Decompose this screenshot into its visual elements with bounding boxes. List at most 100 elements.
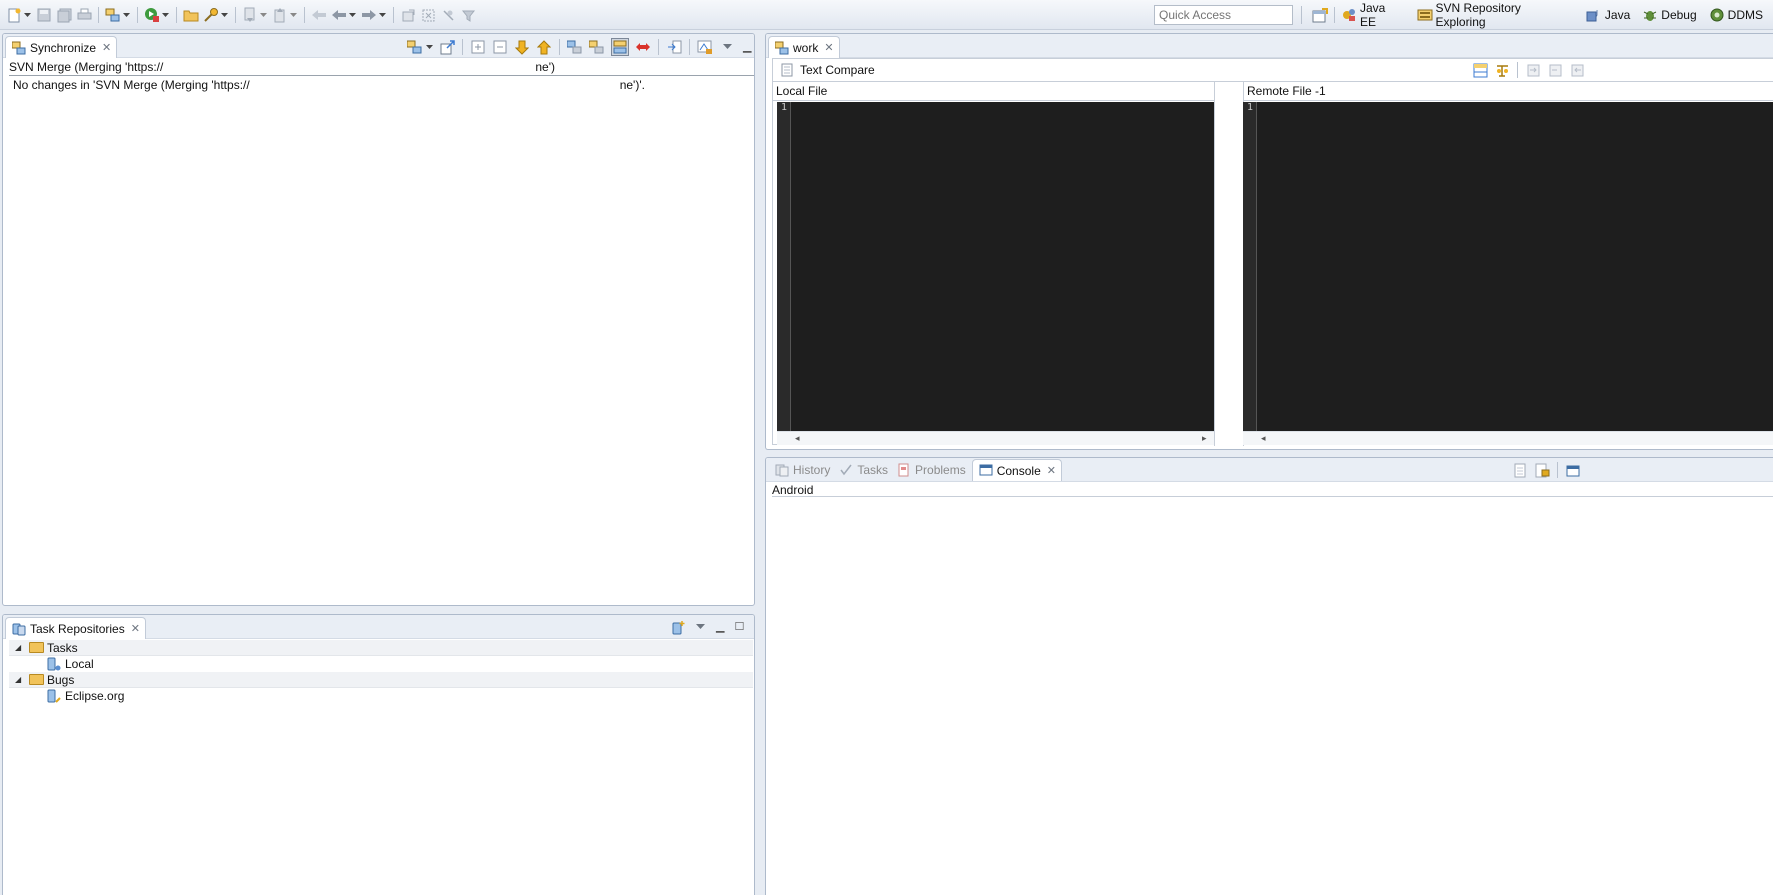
console-output-area[interactable] [772, 498, 1773, 895]
save-icon[interactable] [36, 7, 52, 23]
scroll-lock-icon[interactable] [1534, 462, 1550, 478]
minimize-icon[interactable]: ▁ [716, 621, 724, 633]
open-task-icon[interactable] [203, 7, 219, 23]
expand-triangle-icon[interactable]: ◢ [15, 643, 25, 652]
synchronize-dropdown-icon[interactable] [123, 7, 130, 23]
maximize-icon[interactable]: ☐ [734, 621, 744, 633]
minimize-icon[interactable]: ▁ [743, 41, 751, 53]
close-icon[interactable]: ✕ [102, 41, 111, 54]
ignore-whitespace-icon[interactable] [1494, 62, 1510, 78]
incoming-outgoing-mode-icon[interactable] [611, 38, 629, 56]
toolbar-file-group [4, 5, 478, 25]
tree-group-bugs[interactable]: ◢ Bugs [9, 672, 753, 688]
view-menu-icon[interactable] [719, 39, 735, 55]
new-icon[interactable] [6, 7, 22, 23]
display-selected-console-icon[interactable] [1565, 462, 1581, 478]
run-icon[interactable] [144, 7, 160, 23]
expand-triangle-icon[interactable]: ◢ [15, 675, 25, 684]
perspective-debug[interactable]: Debug [1640, 7, 1697, 23]
toggle-block-selection-icon[interactable] [420, 7, 436, 23]
back-dropdown-icon[interactable] [349, 7, 356, 23]
collapse-all-icon[interactable] [492, 39, 508, 55]
main-toolbar: Java EE SVN Repository Exploring J Java … [0, 0, 1773, 30]
compare-center-ruler [1214, 82, 1244, 446]
tab-task-repositories[interactable]: Task Repositories ✕ [5, 617, 146, 639]
scroll-right-arrow-icon[interactable]: ▸ [1202, 433, 1207, 444]
debug-filter-icon[interactable] [460, 7, 476, 23]
synchronize-view: Synchronize ✕ ▁ ☐ SVN Merge (M [2, 33, 755, 606]
quick-access-input[interactable] [1154, 5, 1293, 25]
open-task-dropdown-icon[interactable] [221, 7, 228, 23]
run-dropdown-icon[interactable] [162, 7, 169, 23]
local-file-editor[interactable]: 1 [777, 102, 1214, 431]
pin-editor-icon[interactable] [400, 7, 416, 23]
tab-problems[interactable]: Problems [892, 459, 970, 481]
tab-history[interactable]: History [770, 459, 834, 481]
incoming-mode-icon[interactable] [567, 39, 583, 55]
perspective-ddms[interactable]: DDMS [1707, 7, 1763, 23]
toolbar-separator [1557, 462, 1558, 478]
previous-annotation-dropdown-icon[interactable] [290, 7, 297, 23]
toggle-horizontal-layout-icon[interactable] [1472, 62, 1488, 78]
outgoing-mode-icon[interactable] [589, 39, 605, 55]
java-ee-perspective-icon [1341, 7, 1357, 23]
add-repository-icon[interactable] [670, 619, 686, 635]
next-annotation-dropdown-icon[interactable] [260, 7, 267, 23]
back-icon[interactable] [331, 7, 347, 23]
repository-icon [47, 657, 61, 671]
skip-breakpoints-icon[interactable] [440, 7, 456, 23]
open-folder-icon[interactable] [183, 7, 199, 23]
scroll-left-arrow-icon[interactable]: ◂ [1261, 433, 1266, 444]
synchronize-tool-icon[interactable] [105, 7, 121, 23]
remote-file-editor[interactable]: 1 [1243, 102, 1773, 431]
copy-right-to-left-icon[interactable] [1569, 62, 1585, 78]
tree-group-tasks[interactable]: ◢ Tasks [9, 640, 753, 656]
conflicts-mode-icon[interactable] [635, 39, 651, 55]
task-repositories-view-toolbar: ▁ ☐ [667, 619, 749, 635]
copy-left-to-right-icon[interactable] [1547, 62, 1563, 78]
clear-console-icon[interactable] [1512, 462, 1528, 478]
forward-dropdown-icon[interactable] [379, 7, 386, 23]
close-icon[interactable]: ✕ [131, 622, 140, 635]
toolbar-separator [393, 7, 394, 23]
synchronize-action-dropdown-icon[interactable] [426, 39, 433, 55]
pin-icon[interactable] [439, 39, 455, 55]
models-icon[interactable] [697, 39, 713, 55]
open-perspective-icon[interactable] [1312, 7, 1328, 23]
tab-synchronize[interactable]: Synchronize ✕ [5, 36, 118, 58]
tree-item-eclipse-org[interactable]: Eclipse.org [9, 688, 753, 704]
scroll-left-arrow-icon[interactable]: ◂ [795, 433, 800, 444]
toolbar-separator [137, 7, 138, 23]
synchronize-message-start: No changes in 'SVN Merge (Merging 'https… [13, 78, 250, 92]
forward-icon[interactable] [361, 7, 377, 23]
next-annotation-icon[interactable] [242, 7, 258, 23]
previous-difference-icon[interactable] [536, 39, 552, 55]
tab-label: Console [996, 463, 1041, 478]
java-perspective-icon: J [1586, 7, 1602, 23]
tab-console[interactable]: Console ✕ [971, 459, 1062, 481]
last-edit-location-icon[interactable] [311, 7, 327, 23]
tab-tasks[interactable]: Tasks [834, 459, 892, 481]
copy-all-left-to-right-icon[interactable] [1525, 62, 1541, 78]
text-compare-toolbar [1469, 62, 1588, 78]
local-file-horizontal-scrollbar[interactable]: ◂ ▸ [777, 431, 1214, 445]
expand-all-icon[interactable] [470, 39, 486, 55]
perspective-java[interactable]: J Java [1584, 7, 1630, 23]
remote-file-horizontal-scrollbar[interactable]: ◂ [1243, 431, 1773, 445]
show-in-view-icon[interactable] [666, 39, 682, 55]
synchronize-action-icon[interactable] [407, 39, 423, 55]
close-icon[interactable]: ✕ [824, 41, 833, 54]
save-all-icon[interactable] [56, 7, 72, 23]
new-dropdown-icon[interactable] [24, 7, 31, 23]
view-menu-icon[interactable] [692, 619, 708, 635]
next-difference-icon[interactable] [514, 39, 530, 55]
tab-work[interactable]: work ✕ [768, 36, 840, 58]
tree-item-local[interactable]: Local [9, 656, 753, 672]
perspective-java-ee[interactable]: Java EE [1339, 1, 1405, 29]
close-icon[interactable]: ✕ [1047, 464, 1056, 477]
synchronize-empty-message: No changes in 'SVN Merge (Merging 'https… [13, 78, 645, 92]
print-icon[interactable] [76, 7, 92, 23]
task-repositories-view-icon [11, 621, 27, 637]
perspective-svn-repository-exploring[interactable]: SVN Repository Exploring [1415, 1, 1574, 29]
previous-annotation-icon[interactable] [272, 7, 288, 23]
